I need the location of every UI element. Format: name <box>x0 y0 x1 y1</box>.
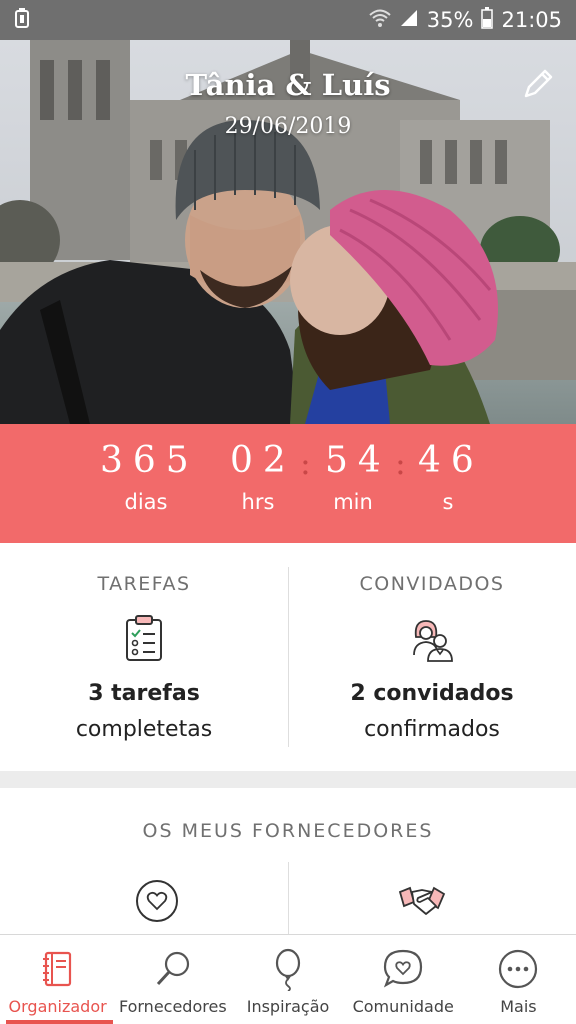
countdown-minutes-label: min <box>333 490 373 514</box>
countdown-hours-label: hrs <box>241 490 275 514</box>
pencil-icon <box>524 69 553 98</box>
couple-names: Tânia & Luís <box>185 68 391 102</box>
suppliers-heading: OS MEUS FORNECEDORES <box>142 820 434 842</box>
nav-mais[interactable]: Mais <box>461 935 576 1024</box>
countdown-separator: : <box>395 444 406 482</box>
guests-count: 2 convidados <box>350 681 514 706</box>
couple-icon <box>413 620 453 662</box>
battery-saver-icon <box>14 8 30 32</box>
countdown-hours: 02 <box>230 440 296 481</box>
battery-percent: 35% <box>426 8 474 32</box>
wedding-date: 29/06/2019 <box>224 114 352 139</box>
divider <box>288 862 289 934</box>
summary-cards: TAREFAS 3 tarefas completetas CONVIDADOS… <box>0 543 576 771</box>
my-suppliers-section: OS MEUS FORNECEDORES <box>0 788 576 934</box>
nav-label: Fornecedores <box>118 997 227 1016</box>
signal-icon <box>399 8 419 33</box>
wifi-icon <box>369 8 391 33</box>
more-dots-icon <box>499 949 538 989</box>
guests-heading: CONVIDADOS <box>359 573 505 595</box>
clock: 21:05 <box>501 8 562 32</box>
guests-status: confirmados <box>364 717 500 742</box>
tasks-heading: TAREFAS <box>97 573 191 595</box>
planner-book-icon <box>42 951 71 987</box>
couple-photo-header: Tânia & Luís 29/06/2019 <box>0 40 576 424</box>
nav-label: Mais <box>500 997 537 1016</box>
countdown-seconds-label: s <box>442 490 454 514</box>
bottom-navigation: Organizador Fornecedores Inspiração Comu… <box>0 934 576 1024</box>
nav-inspiracao[interactable]: Inspiração <box>230 935 345 1024</box>
countdown-days-label: dias <box>124 490 168 514</box>
clipboard-checklist-icon <box>126 615 162 661</box>
nav-label: Inspiração <box>246 997 330 1016</box>
tasks-status: completetas <box>75 717 213 742</box>
nav-label: Organizador <box>8 997 107 1016</box>
countdown-minutes: 54 <box>325 440 391 481</box>
nav-label: Comunidade <box>352 997 454 1016</box>
section-separator <box>0 771 576 788</box>
nav-comunidade[interactable]: Comunidade <box>346 935 461 1024</box>
handshake-icon[interactable] <box>398 880 446 920</box>
countdown-separator: : <box>300 444 311 482</box>
guests-card[interactable]: CONVIDADOS 2 convidados confirmados <box>288 543 576 771</box>
countdown-days: 365 <box>100 440 199 481</box>
tasks-count: 3 tarefas <box>88 681 200 706</box>
nav-organizador[interactable]: Organizador <box>0 935 115 1024</box>
wedding-countdown: 365 02 : 54 : 46 dias hrs min s <box>0 424 576 543</box>
tasks-card[interactable]: TAREFAS 3 tarefas completetas <box>0 543 288 771</box>
countdown-seconds: 46 <box>418 440 484 481</box>
magnifier-icon <box>156 951 189 986</box>
heart-circle-icon[interactable] <box>134 878 180 924</box>
balloon-icon <box>275 948 301 991</box>
chat-heart-icon <box>384 949 423 988</box>
battery-icon <box>481 6 494 34</box>
edit-button[interactable] <box>520 66 556 102</box>
nav-fornecedores[interactable]: Fornecedores <box>115 935 230 1024</box>
status-bar: 35% 21:05 <box>0 0 576 40</box>
